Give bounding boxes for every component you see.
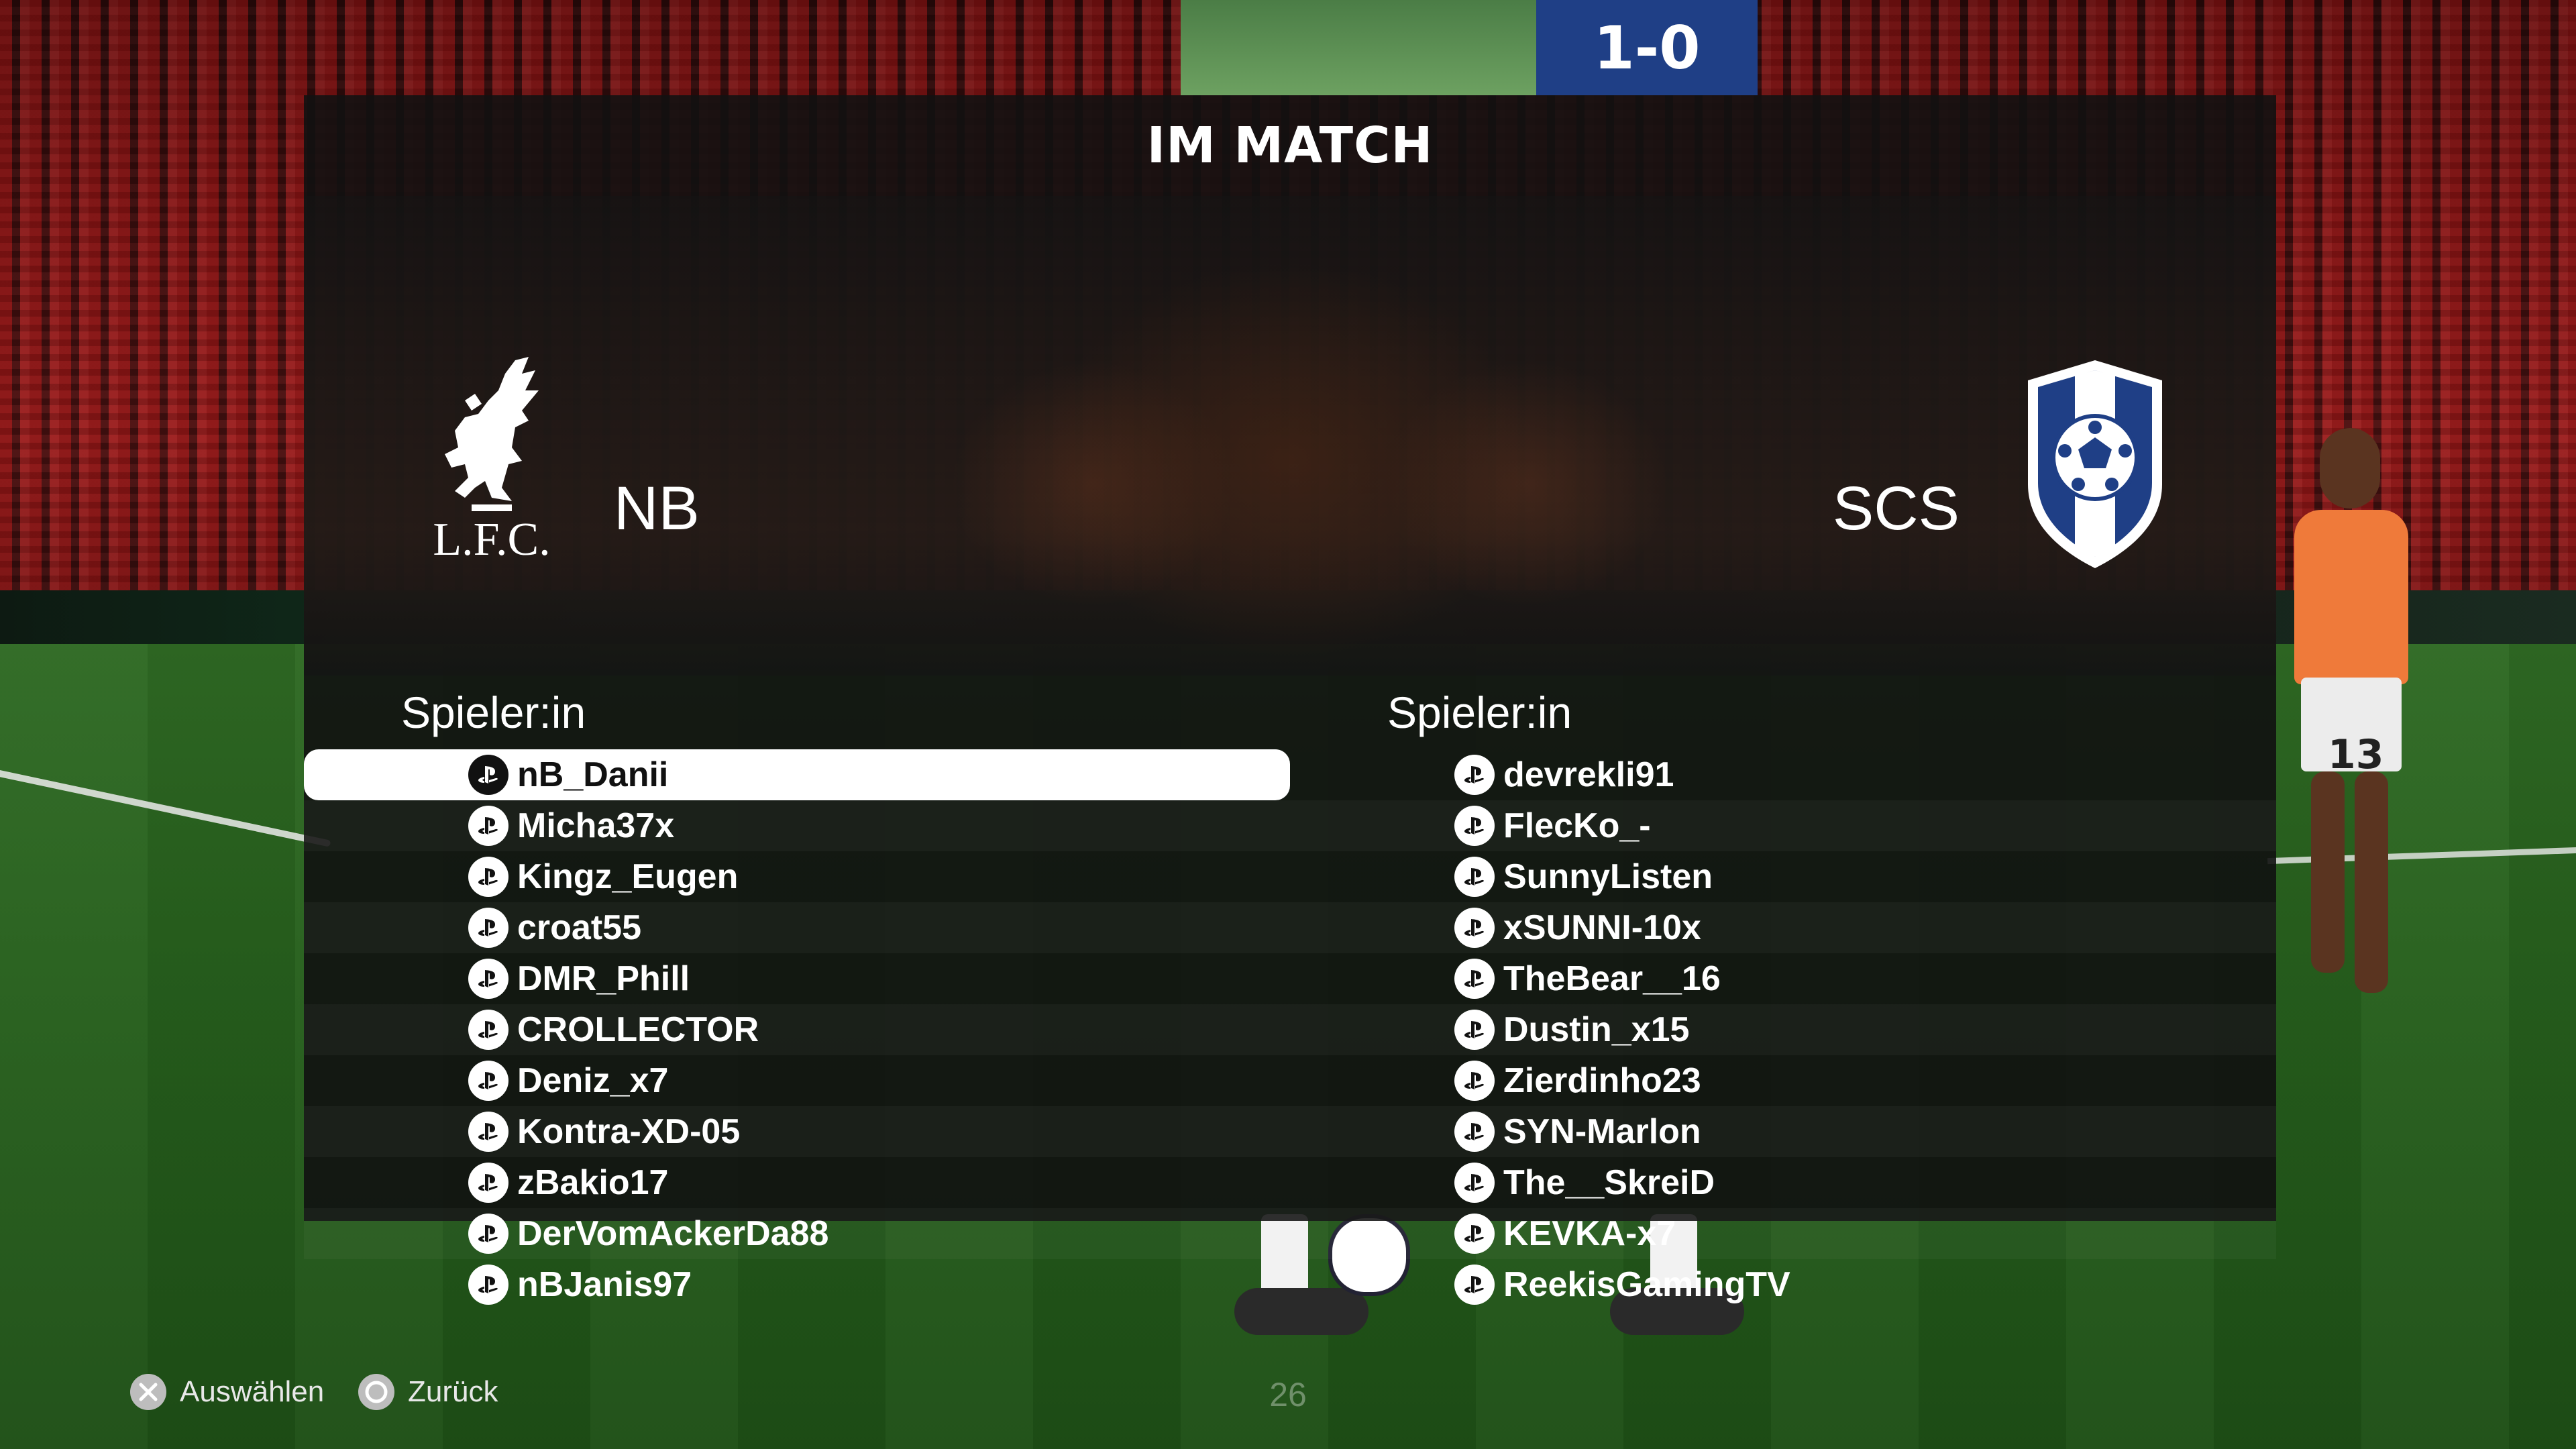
player-leg [2311,771,2345,973]
scoreboard-score: 1-0 [1593,13,1701,83]
player-row[interactable]: Zierdinho23 [1290,1055,2276,1106]
player-row[interactable]: DerVomAckerDa88 [304,1208,1290,1259]
player-row[interactable]: CROLLECTOR [304,1004,1290,1055]
player-leg [2355,771,2388,993]
player-row[interactable]: zBakio17 [304,1157,1290,1208]
player-name: nB_Danii [517,755,669,794]
player-row[interactable]: SunnyListen [1290,851,2276,902]
player-name: xSUNNI-10x [1503,908,1701,947]
playstation-icon [1454,755,1495,795]
player-name: zBakio17 [517,1163,669,1202]
back-button[interactable]: Zurück [357,1368,498,1415]
player-row[interactable]: Kingz_Eugen [304,851,1290,902]
player-name: ReekisGamingTV [1503,1265,1790,1304]
away-team-name: SCS [1832,474,1960,543]
player-head [2320,428,2380,508]
player-row[interactable]: DMR_Phill [304,953,1290,1004]
select-button[interactable]: Auswählen [129,1368,324,1415]
page-title: IM MATCH [1146,117,1434,174]
playstation-icon [1454,908,1495,948]
playstation-icon [468,1265,508,1305]
player-name: devrekli91 [1503,755,1674,794]
player-name: CROLLECTOR [517,1010,759,1049]
playstation-icon [468,959,508,999]
player-bib [2294,510,2408,684]
playstation-icon [468,755,508,795]
circle-button-icon [357,1373,396,1411]
player-name: KEVKA-x7 [1503,1214,1676,1253]
playstation-icon [1454,1112,1495,1152]
player-row[interactable]: nBJanis97 [304,1259,1290,1310]
playstation-icon [468,1112,508,1152]
player-name: The__SkreiD [1503,1163,1715,1202]
scs-crest-icon [2018,357,2172,572]
away-roster: devrekli91 FlecKo_- SunnyListen xSUNNI-10x T… [1290,749,2276,1310]
crest-text: L.F.C. [433,514,550,561]
player-name: FlecKo_- [1503,806,1651,845]
background-player: 13 [2274,416,2422,1020]
player-row[interactable]: nB_Danii [304,749,1290,800]
player-name: TheBear__16 [1503,959,1721,998]
player-row[interactable]: SYN-Marlon [1290,1106,2276,1157]
player-row[interactable]: Kontra-XD-05 [304,1106,1290,1157]
playstation-icon [1454,1163,1495,1203]
player-name: Kingz_Eugen [517,857,739,896]
stadium-screen-image [1181,0,1536,95]
player-name: Kontra-XD-05 [517,1112,741,1151]
playstation-icon [1454,1265,1495,1305]
playstation-icon [1454,1214,1495,1254]
page-number: 26 [1269,1376,1307,1413]
player-name: DMR_Phill [517,959,690,998]
player-row[interactable]: Micha37x [304,800,1290,851]
player-row[interactable]: devrekli91 [1290,749,2276,800]
playstation-icon [1454,1010,1495,1050]
playstation-icon [468,1010,508,1050]
playstation-icon [468,908,508,948]
player-name: croat55 [517,908,641,947]
player-row[interactable]: croat55 [304,902,1290,953]
back-label: Zurück [408,1375,498,1408]
player-row[interactable]: The__SkreiD [1290,1157,2276,1208]
player-row[interactable]: TheBear__16 [1290,953,2276,1004]
playstation-icon [468,1214,508,1254]
playstation-icon [1454,959,1495,999]
player-name: SunnyListen [1503,857,1713,896]
player-name: Dustin_x15 [1503,1010,1690,1049]
playstation-icon [1454,806,1495,846]
match-lineup-panel: IM MATCH L.F.C. NB SCS Spieler:in Spiele… [304,95,2276,1305]
player-name: nBJanis97 [517,1265,692,1304]
playstation-icon [1454,857,1495,897]
player-name: Zierdinho23 [1503,1061,1701,1100]
player-name: Deniz_x7 [517,1061,669,1100]
home-roster: nB_Danii Micha37x Kingz_Eugen croat55 DMR_Ph… [304,749,1290,1310]
liverpool-crest-icon: L.F.C. [428,354,555,566]
home-column-header: Spieler:in [401,688,586,737]
player-row[interactable]: FlecKo_- [1290,800,2276,851]
away-column-header: Spieler:in [1387,688,1572,737]
player-name: Micha37x [517,806,675,845]
cross-button-icon [129,1373,168,1411]
player-name: DerVomAckerDa88 [517,1214,829,1253]
player-row[interactable]: Deniz_x7 [304,1055,1290,1106]
team-header: L.F.C. NB SCS [304,196,2276,676]
select-label: Auswählen [180,1375,325,1408]
home-team-name: NB [614,474,700,543]
player-row[interactable]: ReekisGamingTV [1290,1259,2276,1310]
playstation-icon [468,1163,508,1203]
playstation-icon [1454,1061,1495,1101]
playstation-icon [468,1061,508,1101]
player-row[interactable]: xSUNNI-10x [1290,902,2276,953]
playstation-icon [468,857,508,897]
player-row[interactable]: Dustin_x15 [1290,1004,2276,1055]
stadium-scoreboard: 1-0 [1536,0,1758,95]
playstation-icon [468,806,508,846]
player-row[interactable]: KEVKA-x7 [1290,1208,2276,1259]
player-name: SYN-Marlon [1503,1112,1701,1151]
